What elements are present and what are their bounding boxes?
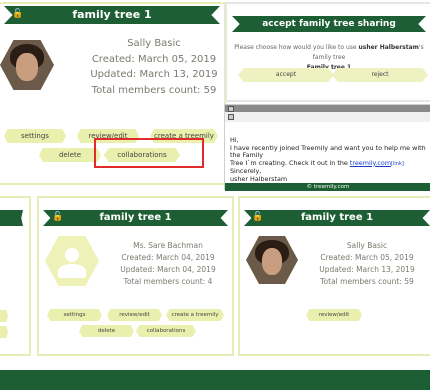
email-footer: © treemily.com [225, 183, 430, 191]
updated-date: Updated: March 13, 2019 [90, 69, 218, 80]
email-toolbar [225, 112, 430, 122]
created-date: Created: March 04, 2019 [121, 253, 215, 262]
created-date: Created: March 05, 2019 [320, 253, 414, 262]
card-top-banner: family tree 1 [4, 6, 220, 24]
review-edit-button[interactable]: review/edit [107, 309, 162, 321]
email-toolbar-checkbox[interactable] [228, 114, 234, 120]
card-right-banner: family tree 1 [244, 210, 430, 226]
placeholder-head [64, 248, 79, 262]
accept-dialog-title: accept family tree sharing [262, 19, 396, 29]
placeholder-body [57, 263, 87, 278]
email-signature: usher Halberstam [230, 174, 288, 183]
created-date: Created: March 05, 2019 [91, 53, 217, 65]
accept-button[interactable]: accept [238, 68, 334, 82]
collaborations-button[interactable]: collaborations [136, 325, 196, 337]
email-window: Hi, I have recently joined Treemily and … [224, 104, 430, 191]
updated-date: Updated: March 04, 2019 [120, 265, 216, 274]
avatar-face [261, 248, 283, 276]
lock-icon: 🔓 [52, 212, 64, 222]
message-user: usher Halberstam [358, 44, 419, 51]
card-right-title: family tree 1 [300, 212, 374, 223]
card-top-info: Sally Basic Created: March 05, 2019 Upda… [84, 36, 224, 98]
review-edit-button[interactable]: review/edit [306, 309, 362, 321]
email-line2-text: Tree I`m creating. Check it out in the [230, 158, 350, 167]
members-count: Total members count: 59 [320, 277, 414, 286]
owner-name: Sally Basic [346, 241, 388, 250]
email-link[interactable]: treemily.com [350, 159, 391, 167]
card-mid-title: family tree 1 [99, 212, 172, 223]
owner-name: Sally Basic [127, 38, 181, 49]
card-right-info: Sally Basic Created: March 05, 2019 Upda… [308, 240, 426, 288]
updated-date: Updated: March 13, 2019 [319, 265, 415, 274]
delete-button[interactable]: delete [79, 325, 134, 337]
card-top-title: family tree 1 [72, 8, 152, 21]
cropped-card-button-1[interactable] [0, 310, 8, 322]
card-mid-info: Ms. Sare Bachman Created: March 04, 2019… [108, 240, 228, 288]
members-count: Total members count: 4 [123, 277, 213, 286]
settings-button[interactable]: settings [47, 309, 102, 321]
page-footer [0, 370, 430, 390]
message-prefix: Please choose how would you like to use [234, 44, 359, 51]
email-line1: I have recently joined Treemily and want… [230, 143, 426, 159]
collaborations-highlight [94, 138, 204, 168]
email-footer-text: © treemily.com [306, 184, 350, 190]
settings-button[interactable]: settings [4, 129, 66, 143]
lock-icon: 🔓 [252, 212, 264, 222]
email-body: Hi, I have recently joined Treemily and … [230, 136, 430, 183]
delete-button[interactable]: delete [39, 148, 101, 162]
members-count: Total members count: 59 [91, 84, 217, 96]
accept-dialog-banner: accept family tree sharing [232, 16, 426, 32]
lock-icon: 🔓 [12, 9, 24, 19]
card-mid-banner: family tree 1 [43, 210, 228, 226]
email-link-extra[interactable]: [link] [391, 161, 404, 167]
avatar-face [16, 53, 38, 81]
email-window-titlebar [225, 105, 430, 112]
create-treemily-button[interactable]: create a treemily [166, 309, 224, 321]
owner-name: Ms. Sare Bachman [133, 241, 203, 250]
cropped-card-button-2[interactable] [0, 326, 8, 338]
reject-button[interactable]: reject [332, 68, 428, 82]
cropped-card-banner [0, 210, 23, 226]
